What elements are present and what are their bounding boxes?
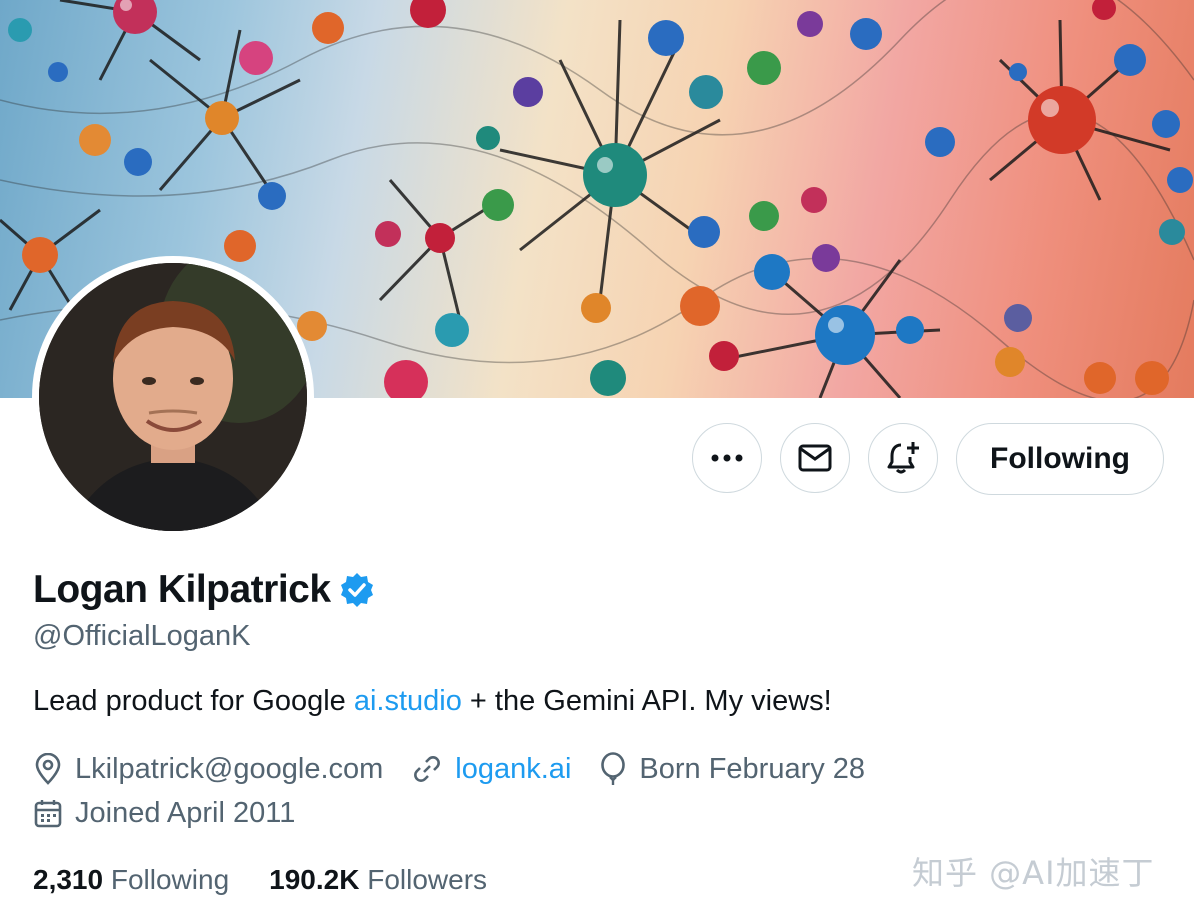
birthday-text: Born February 28: [639, 752, 866, 785]
following-stat[interactable]: 2,310 Following: [33, 864, 229, 896]
location-pin-icon: [35, 753, 61, 785]
birthday-item: Born February 28: [599, 752, 865, 786]
follow-stats: 2,310 Following 190.2K Followers: [33, 864, 527, 896]
link-icon: [414, 756, 441, 782]
following-count: 2,310: [33, 864, 111, 895]
profile-meta-row: Lkilpatrick@google.com logank.ai Born Fe…: [33, 752, 893, 786]
bio-text-prefix: Lead product for Google: [33, 685, 354, 717]
location-item: Lkilpatrick@google.com: [33, 753, 383, 786]
display-name: Logan Kilpatrick: [33, 568, 331, 611]
followers-label: Followers: [367, 864, 488, 895]
calendar-icon: [34, 799, 62, 827]
followers-stat[interactable]: 190.2K Followers: [269, 864, 487, 896]
name-row: Logan Kilpatrick: [33, 568, 375, 612]
bell-plus-icon: [887, 442, 919, 474]
profile-bio: Lead product for Google ai.studio + the …: [33, 685, 832, 718]
profile-avatar[interactable]: [32, 256, 314, 538]
joined-item: Joined April 2011: [33, 797, 295, 830]
following-button[interactable]: Following: [956, 423, 1164, 495]
avatar-photo: [39, 263, 307, 531]
website-item[interactable]: logank.ai: [411, 753, 571, 786]
watermark: 知乎 @AI加速丁: [912, 854, 1155, 892]
more-button[interactable]: [692, 423, 762, 493]
location-text: Lkilpatrick@google.com: [75, 752, 384, 785]
followers-count: 190.2K: [269, 864, 368, 895]
more-icon: [711, 454, 743, 462]
website-link[interactable]: logank.ai: [455, 753, 571, 786]
joined-text: Joined April 2011: [75, 797, 296, 829]
bio-text-suffix: + the Gemini API. My views!: [461, 685, 832, 717]
message-button[interactable]: [780, 423, 850, 493]
balloon-icon: [601, 752, 626, 785]
following-label: Following: [110, 864, 230, 895]
bio-link[interactable]: ai.studio: [354, 685, 462, 717]
verified-badge-icon[interactable]: [339, 572, 375, 608]
user-handle: @OfficialLoganK: [33, 620, 251, 652]
mail-icon: [798, 444, 832, 472]
notifications-button[interactable]: [868, 423, 938, 493]
profile-meta-row-joined: Joined April 2011: [33, 797, 323, 830]
